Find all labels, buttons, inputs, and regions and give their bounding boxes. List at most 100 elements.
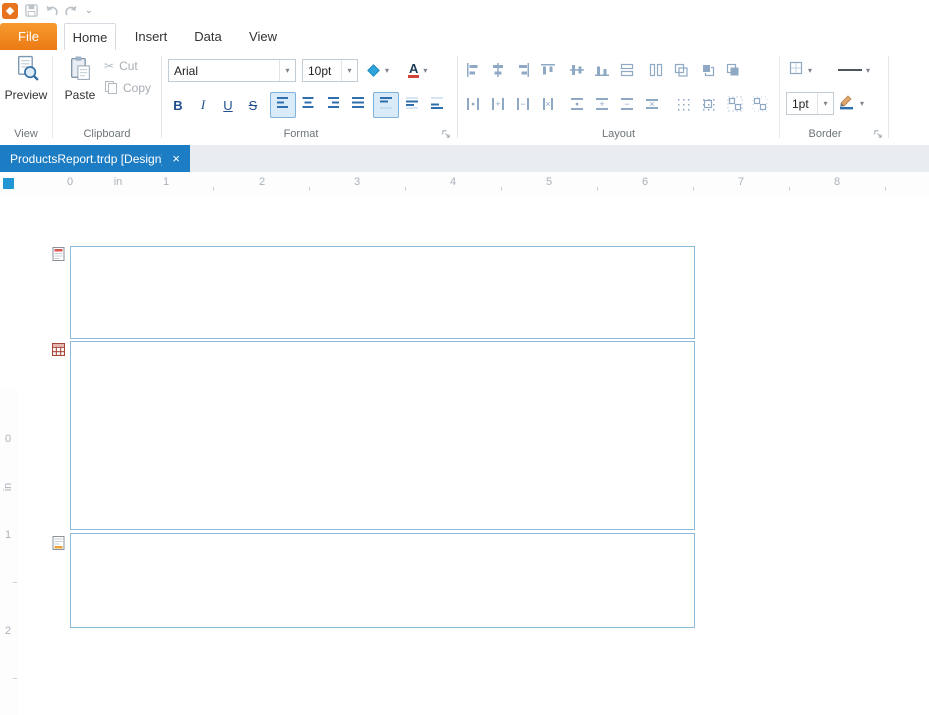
group-separator — [52, 56, 53, 138]
italic-button[interactable]: I — [191, 92, 215, 118]
font-size-value: 10pt — [303, 64, 341, 78]
underline-button[interactable]: U — [216, 92, 240, 118]
send-to-back-icon[interactable] — [725, 62, 741, 78]
chevron-down-icon[interactable]: ▾ — [808, 66, 812, 75]
tab-data[interactable]: Data — [186, 23, 230, 50]
strikethrough-button[interactable]: S — [241, 92, 265, 118]
chevron-down-icon[interactable]: ▾ — [385, 66, 389, 75]
preview-button[interactable]: Preview — [2, 55, 50, 102]
chevron-down-icon[interactable]: ▾ — [860, 99, 864, 108]
page-footer-icon[interactable] — [52, 536, 65, 550]
report-designer-window: ⌄ File Home Insert Data View Preview Vie… — [0, 0, 929, 715]
line-style-icon — [838, 69, 862, 71]
group-icon[interactable] — [727, 96, 743, 112]
space-vertical-increase-icon[interactable]: + — [594, 96, 610, 112]
svg-text:×: × — [649, 99, 654, 109]
vertical-ruler: 0in1234 — [0, 388, 18, 715]
page-footer-section[interactable] — [70, 533, 695, 628]
space-horizontal-equal-icon[interactable] — [465, 96, 481, 112]
align-to-grid-icon[interactable] — [675, 96, 691, 112]
redo-icon[interactable] — [63, 3, 79, 24]
font-family-combo[interactable]: Arial ▾ — [168, 59, 296, 82]
close-icon[interactable]: × — [172, 152, 180, 165]
chevron-down-icon[interactable]: ▾ — [866, 66, 870, 75]
space-horizontal-remove-icon[interactable]: × — [540, 96, 556, 112]
align-rights-icon[interactable] — [515, 62, 531, 78]
layout-icons-row-1 — [458, 62, 779, 78]
valign-top-icon — [378, 95, 394, 116]
layout-group-label: Layout — [458, 128, 779, 140]
h-ruler-label: 5 — [539, 176, 559, 188]
space-horizontal-increase-icon[interactable]: + — [490, 96, 506, 112]
same-width-icon[interactable] — [619, 62, 635, 78]
ruler-tick — [597, 187, 598, 191]
valign-top-button[interactable] — [373, 92, 399, 118]
align-centers-icon[interactable] — [490, 62, 506, 78]
font-size-combo[interactable]: 10pt ▾ — [302, 59, 358, 82]
valign-bottom-button[interactable] — [424, 92, 450, 118]
valign-bottom-icon — [429, 95, 445, 116]
chevron-down-icon[interactable]: ▾ — [341, 60, 357, 81]
save-icon[interactable] — [24, 3, 39, 23]
ruler-tick — [501, 187, 502, 191]
paste-button[interactable]: Paste — [59, 55, 101, 102]
border-style-button[interactable]: ▾ — [838, 59, 870, 81]
align-right-button[interactable] — [320, 92, 346, 118]
space-vertical-equal-icon[interactable] — [569, 96, 585, 112]
cut-button[interactable]: ✂ Cut — [104, 57, 138, 75]
tab-home[interactable]: Home — [64, 23, 116, 51]
document-tab-active[interactable]: ProductsReport.trdp [Design] × — [0, 145, 190, 172]
align-center-button[interactable] — [295, 92, 321, 118]
preview-label: Preview — [5, 88, 48, 102]
copy-icon — [104, 80, 118, 97]
file-tab[interactable]: File — [0, 23, 57, 50]
format-dialog-launcher-icon[interactable] — [440, 126, 452, 138]
h-ruler-label: 6 — [635, 176, 655, 188]
border-grid-icon — [788, 60, 804, 81]
bold-button[interactable]: B — [166, 92, 190, 118]
qat-customize-icon[interactable]: ⌄ — [85, 5, 93, 16]
space-vertical-remove-icon[interactable]: × — [644, 96, 660, 112]
ruler-tick — [13, 582, 17, 583]
undo-icon[interactable] — [44, 3, 60, 24]
align-bottoms-icon[interactable] — [594, 62, 610, 78]
detail-section[interactable] — [70, 341, 695, 530]
ungroup-icon[interactable] — [752, 96, 768, 112]
border-dialog-launcher-icon[interactable] — [872, 126, 884, 138]
align-lefts-icon[interactable] — [465, 62, 481, 78]
copy-button[interactable]: Copy — [104, 79, 151, 97]
tab-view[interactable]: View — [240, 23, 286, 50]
align-left-button[interactable] — [270, 92, 296, 118]
size-to-grid-icon[interactable] — [700, 96, 716, 112]
tab-insert[interactable]: Insert — [124, 23, 178, 50]
border-picker-button[interactable]: ▾ — [788, 59, 812, 81]
valign-middle-button[interactable] — [399, 92, 425, 118]
space-vertical-decrease-icon[interactable]: − — [619, 96, 635, 112]
paste-label: Paste — [65, 88, 96, 102]
align-justify-button[interactable] — [345, 92, 371, 118]
bring-to-front-icon[interactable] — [700, 62, 716, 78]
page-header-icon[interactable] — [52, 247, 65, 261]
border-color-button[interactable]: ▾ — [838, 92, 864, 114]
ruler-tick — [789, 187, 790, 191]
svg-text:+: + — [495, 99, 500, 109]
page-header-section[interactable] — [70, 246, 695, 339]
same-size-icon[interactable] — [673, 62, 689, 78]
detail-section-icon[interactable] — [52, 343, 65, 357]
space-horizontal-decrease-icon[interactable]: − — [515, 96, 531, 112]
same-height-icon[interactable] — [648, 62, 664, 78]
chevron-down-icon[interactable]: ▾ — [817, 93, 833, 114]
h-ruler-label: 7 — [731, 176, 751, 188]
svg-text:−: − — [624, 99, 629, 109]
chevron-down-icon[interactable]: ▾ — [423, 66, 427, 75]
fill-color-button[interactable]: ▾ — [366, 59, 389, 81]
app-logo-icon[interactable] — [2, 3, 18, 24]
border-width-combo[interactable]: 1pt ▾ — [786, 92, 834, 115]
align-middles-icon[interactable] — [569, 62, 585, 78]
font-family-value: Arial — [169, 64, 279, 78]
paste-icon — [67, 55, 94, 85]
h-ruler-label: 8 — [827, 176, 847, 188]
align-tops-icon[interactable] — [540, 62, 556, 78]
chevron-down-icon[interactable]: ▾ — [279, 60, 295, 81]
font-color-button[interactable]: A ▾ — [408, 59, 427, 81]
